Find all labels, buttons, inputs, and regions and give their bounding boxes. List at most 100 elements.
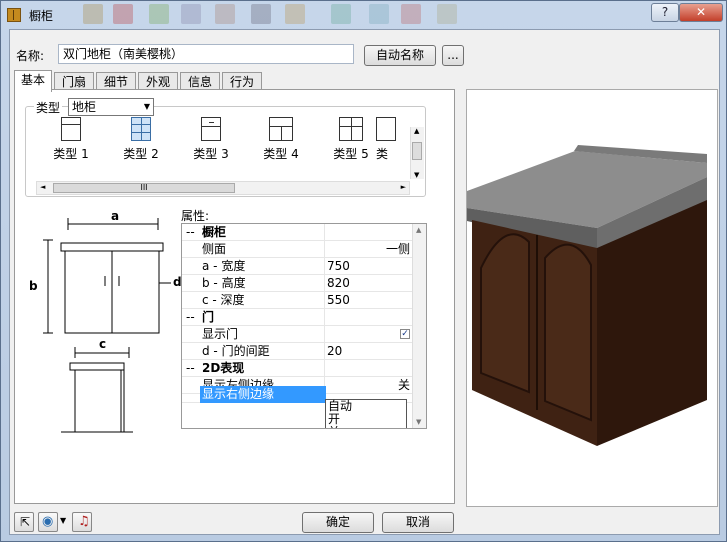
property-row-height[interactable]: b - 高度 820	[182, 275, 414, 292]
collapse-icon: --	[186, 310, 195, 324]
dialog-client-area: 名称: 双门地柜（南美樱桃） 自动名称 ... 基本 门扇 细节 外观 信息 行…	[9, 29, 720, 535]
property-key: 橱柜	[202, 225, 227, 239]
auto-name-button[interactable]: 自动名称	[364, 45, 436, 66]
background-toolbar-icon	[113, 4, 133, 24]
background-toolbar-icon	[437, 4, 457, 24]
left-door-panel	[480, 233, 530, 394]
column-divider	[324, 275, 325, 292]
type-vertical-scrollbar[interactable]: ▲ ▼	[410, 127, 424, 179]
right-door-panel	[544, 243, 592, 422]
property-row-depth[interactable]: c - 深度 550	[182, 292, 414, 309]
property-key: b - 高度	[202, 276, 246, 290]
chevron-up-icon: ▲	[414, 127, 420, 135]
property-key: d - 门的间距	[202, 344, 270, 358]
cancel-button[interactable]: 取消	[382, 512, 454, 533]
3d-preview-panel[interactable]	[466, 89, 718, 507]
help-button[interactable]: ?	[651, 3, 679, 22]
chevron-right-icon: ►	[400, 183, 406, 191]
property-row-side[interactable]: 侧面 一侧	[182, 241, 414, 258]
properties-label: 属性:	[181, 209, 210, 223]
type-option-1[interactable]: 类型 1	[36, 117, 106, 167]
type-option-4[interactable]: 类型 4	[246, 117, 316, 167]
column-divider	[324, 241, 325, 258]
property-category-cabinet[interactable]: -- 橱柜	[182, 224, 414, 241]
dropdown-option-off[interactable]: 关	[328, 426, 406, 429]
property-key: c - 深度	[202, 293, 245, 307]
chevron-down-icon[interactable]: ▼	[60, 516, 66, 525]
cabinet-type-icon	[201, 117, 221, 141]
cabinet-type-icon	[269, 117, 293, 141]
dimension-label-b: b	[29, 279, 38, 293]
type-option-2[interactable]: 类型 2	[106, 117, 176, 167]
edge-options-dropdown[interactable]: 自动 开 关	[325, 399, 407, 429]
type-select-value: 地柜	[72, 100, 97, 114]
property-value: 20	[327, 344, 343, 358]
property-key: 显示右侧边缘	[200, 386, 326, 403]
dialog-window: 橱柜 ? ✕ 名称: 双门地柜（南美樱桃） 自动名称 ... 基本 门扇 细节 …	[0, 0, 727, 542]
basic-tab-panel: 类型 地柜 ▼ 类型 1 类型 2 类型 3 类型 4 类型 5 类 ▲ ▼ ◄…	[14, 89, 455, 504]
property-row-show-door[interactable]: 显示门 ✓	[182, 326, 414, 343]
column-divider	[324, 258, 325, 275]
column-divider	[324, 309, 325, 326]
more-button[interactable]: ...	[442, 45, 464, 66]
column-divider	[324, 292, 325, 309]
property-value: 一侧	[385, 242, 410, 256]
collapse-icon: --	[186, 361, 195, 375]
dimension-label-c: c	[99, 337, 106, 351]
dimension-label-a: a	[111, 209, 119, 223]
tab-basic[interactable]: 基本	[14, 70, 52, 92]
type-horizontal-scrollbar[interactable]: ◄ III ►	[36, 181, 410, 195]
property-row-width[interactable]: a - 宽度 750	[182, 258, 414, 275]
column-divider	[324, 360, 325, 377]
background-toolbar-icon	[331, 4, 351, 24]
background-toolbar-icon	[369, 4, 389, 24]
cursor-icon[interactable]: ⇱	[14, 512, 34, 532]
window-title: 橱柜	[29, 9, 54, 23]
show-door-checkbox[interactable]: ✓	[400, 329, 410, 339]
ok-button[interactable]: 确定	[302, 512, 374, 533]
type-label: 类型	[34, 99, 63, 116]
property-row-door-gap[interactable]: d - 门的间距 20	[182, 343, 414, 360]
cabinet-type-icon	[131, 117, 151, 141]
type-option-label: 类型 1	[53, 147, 89, 161]
chevron-down-icon: ▼	[416, 418, 422, 426]
cabinet-type-icon	[376, 117, 396, 141]
property-key: 侧面	[202, 242, 227, 256]
column-divider	[324, 326, 325, 343]
close-button[interactable]: ✕	[679, 3, 723, 22]
column-divider	[324, 343, 325, 360]
collapse-icon: --	[186, 225, 195, 239]
property-key: 显示门	[202, 327, 239, 341]
background-toolbar-icon	[401, 4, 421, 24]
scroll-thumb[interactable]	[412, 142, 422, 160]
type-option-label: 类型 3	[193, 147, 229, 161]
type-option-label: 类型 2	[123, 147, 159, 161]
type-select[interactable]: 地柜 ▼	[68, 98, 154, 116]
type-option-6[interactable]: 类	[376, 117, 406, 167]
scroll-thumb[interactable]: III	[53, 183, 235, 193]
type-option-3[interactable]: 类型 3	[176, 117, 246, 167]
cabinet-type-icon	[339, 117, 363, 141]
globe-icon[interactable]: ◉	[38, 512, 58, 532]
music-icon[interactable]: ♫	[72, 512, 92, 532]
property-category-2d[interactable]: -- 2D表现	[182, 360, 414, 377]
background-toolbar-icon	[83, 4, 103, 24]
name-label: 名称:	[16, 49, 45, 63]
title-bar: 橱柜 ? ✕	[1, 1, 726, 29]
cabinet-type-icon	[61, 117, 81, 141]
property-key: 2D表现	[202, 361, 245, 375]
cabinet-app-icon	[7, 8, 21, 22]
background-toolbar-icon	[181, 4, 201, 24]
chevron-up-icon: ▲	[416, 226, 422, 234]
property-key: a - 宽度	[202, 259, 246, 273]
cabinet-dimension-diagram: a b d c	[29, 209, 182, 433]
name-field[interactable]: 双门地柜（南美樱桃）	[58, 44, 354, 64]
property-grid-scrollbar[interactable]: ▲ ▼	[412, 224, 426, 428]
column-divider	[324, 224, 325, 241]
type-group: 类型 地柜 ▼ 类型 1 类型 2 类型 3 类型 4 类型 5 类 ▲ ▼ ◄…	[25, 98, 426, 197]
property-value: 550	[327, 293, 350, 307]
type-option-label: 类	[376, 147, 389, 161]
property-category-door[interactable]: -- 门	[182, 309, 414, 326]
property-key: 门	[202, 310, 215, 324]
chevron-left-icon: ◄	[40, 183, 46, 191]
